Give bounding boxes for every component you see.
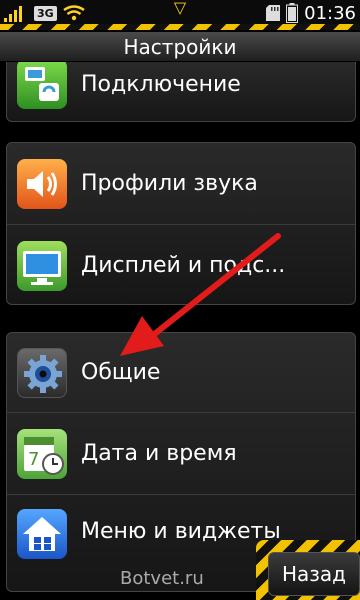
battery-icon [286, 3, 299, 23]
settings-item-label: Общие [81, 360, 161, 385]
home-icon [17, 509, 67, 559]
settings-item-general[interactable]: Общие [7, 333, 355, 413]
display-icon [17, 240, 67, 291]
settings-item-sound-profiles[interactable]: Профили звука [7, 143, 355, 225]
settings-item-label: Меню и виджеты [81, 519, 281, 544]
settings-group-connectivity: Подключение [6, 62, 356, 122]
status-right-icons: 01:36 [266, 2, 356, 24]
clock-time: 01:36 [304, 2, 356, 24]
network-3g-icon: 3G [34, 5, 57, 21]
watermark: Botvet.ru [120, 568, 204, 589]
status-bar: 3G ▽ 01:36 [0, 0, 360, 30]
page-title: Настройки [123, 34, 237, 59]
back-button[interactable]: Назад [268, 552, 360, 596]
settings-group-display-sound: Профили звука Дисплей и подс... [6, 142, 356, 305]
settings-item-label: Дата и время [81, 441, 237, 466]
settings-item-connection[interactable]: Подключение [7, 62, 355, 114]
notification-triangle-icon[interactable]: ▽ [165, 0, 195, 16]
hazard-stripe [0, 24, 360, 30]
speaker-icon [17, 158, 67, 209]
signal-icon [4, 4, 28, 22]
sd-card-icon [266, 5, 281, 21]
status-left-icons: 3G [4, 2, 85, 24]
settings-item-label: Профили звука [81, 171, 258, 196]
settings-item-label: Дисплей и подс... [81, 253, 286, 278]
calendar-clock-icon: 7 [17, 428, 67, 479]
back-button-label: Назад [281, 562, 346, 586]
svg-text:7: 7 [28, 449, 39, 470]
settings-item-label: Подключение [81, 71, 241, 97]
settings-item-display[interactable]: Дисплей и подс... [7, 225, 355, 304]
wifi-icon [62, 5, 85, 21]
gear-icon [17, 347, 67, 398]
connection-icon [17, 62, 67, 109]
page-title-bar: Настройки [0, 32, 360, 62]
settings-item-date-time[interactable]: 7 Дата и время [7, 413, 355, 495]
